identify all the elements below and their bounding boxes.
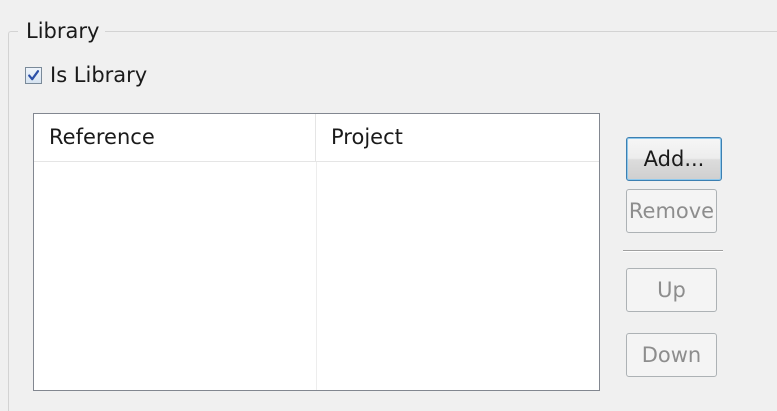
is-library-checkbox[interactable] [25, 66, 42, 84]
library-panel: Library Is Library Reference Project Add… [0, 0, 777, 411]
is-library-checkbox-row[interactable]: Is Library [25, 61, 147, 89]
checkmark-icon [28, 69, 40, 80]
table-header: Reference Project [34, 114, 599, 162]
remove-button[interactable]: Remove [626, 189, 717, 233]
column-header-reference[interactable]: Reference [34, 114, 316, 161]
down-button[interactable]: Down [626, 333, 717, 377]
add-button[interactable]: Add... [626, 137, 722, 181]
group-title: Library [18, 17, 106, 45]
up-button[interactable]: Up [626, 268, 717, 312]
is-library-label: Is Library [50, 63, 148, 87]
library-reference-table[interactable]: Reference Project [33, 113, 600, 391]
table-body[interactable] [34, 162, 599, 390]
column-divider [316, 162, 317, 390]
column-header-project[interactable]: Project [316, 114, 599, 161]
button-separator [623, 250, 723, 252]
